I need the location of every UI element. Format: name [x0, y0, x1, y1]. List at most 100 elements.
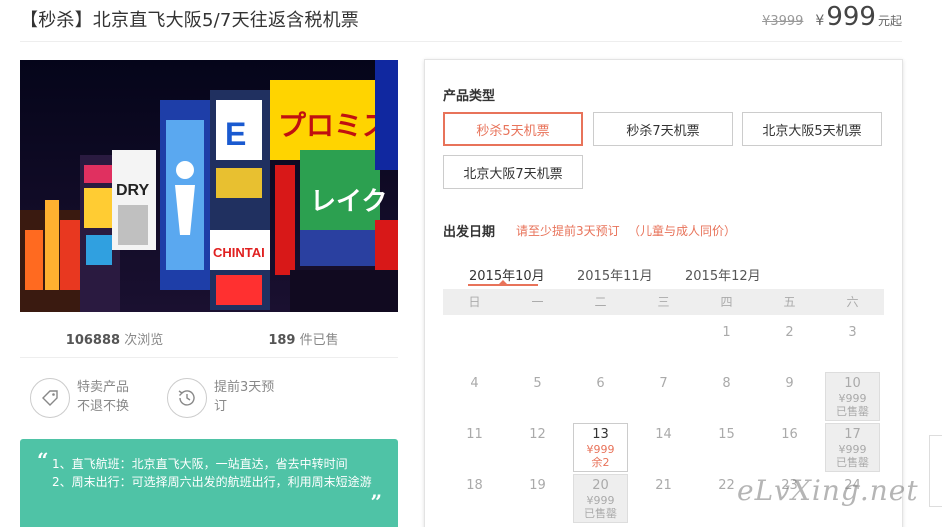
calendar-empty-cell	[506, 321, 569, 372]
day-number: 10	[844, 376, 861, 391]
day-price: ¥999	[838, 392, 867, 405]
day-number: 3	[848, 325, 857, 340]
day-number: 18	[466, 478, 483, 493]
product-type-label: 产品类型	[443, 89, 496, 104]
views-label: 次浏览	[124, 332, 164, 348]
child-price-hint: （儿童与成人同价）	[628, 224, 737, 238]
calendar-day-17: 17 ¥999 已售罄	[821, 423, 884, 474]
day-number: 19	[529, 478, 546, 493]
feature-advance-booking: 提前3天预订	[167, 378, 276, 418]
svg-text:CHINTAI: CHINTAI	[213, 245, 265, 260]
currency-symbol: ¥	[815, 13, 825, 29]
feature-text: 提前3天预订	[214, 380, 275, 414]
product-type-option-4[interactable]: 北京大阪7天机票	[443, 155, 583, 189]
stats-divider	[20, 357, 398, 358]
sold-label: 件已售	[299, 332, 339, 348]
day-number: 20	[592, 478, 609, 493]
header-divider	[20, 41, 902, 42]
calendar-day-14: 14	[632, 423, 695, 474]
calendar-day-11: 11	[443, 423, 506, 474]
day-number: 11	[466, 427, 483, 442]
weekday: 一	[531, 295, 544, 309]
product-photo[interactable]: DRY E CHINTAI プロミス レイク	[20, 60, 398, 312]
calendar-day-4: 4	[443, 372, 506, 423]
site-watermark: eLvXing.net	[737, 474, 919, 507]
day-number: 14	[655, 427, 672, 442]
month-tab-dec[interactable]: 2015年12月	[685, 265, 761, 284]
calendar-day-21: 21	[632, 474, 695, 525]
day-number: 16	[781, 427, 798, 442]
day-number: 12	[529, 427, 546, 442]
product-type-option-1[interactable]: 秒杀5天机票	[443, 112, 583, 146]
close-quote-icon: ”	[370, 490, 382, 514]
weekday: 二	[594, 295, 607, 309]
feature-text: 特卖产品 不退不换	[77, 380, 130, 414]
day-price: ¥999	[586, 443, 615, 456]
day-number: 4	[470, 376, 479, 391]
weekday: 三	[657, 295, 670, 309]
departure-date-label: 出发日期	[443, 225, 496, 240]
day-status: 已售罄	[836, 456, 869, 469]
calendar-day-5: 5	[506, 372, 569, 423]
original-price: ¥3999	[762, 14, 804, 29]
calendar-day-8: 8	[695, 372, 758, 423]
day-price: ¥999	[838, 443, 867, 456]
calendar-empty-cell	[443, 321, 506, 372]
active-month-caret-icon	[499, 280, 507, 284]
calendar-day-18: 18	[443, 474, 506, 525]
month-tab-nov[interactable]: 2015年11月	[577, 265, 653, 284]
day-number: 5	[533, 376, 542, 391]
tag-icon	[30, 378, 70, 418]
calendar-day-9: 9	[758, 372, 821, 423]
sold-stat: 189 件已售	[209, 329, 398, 348]
calendar-week-row: 1 2 3	[443, 321, 884, 372]
day-number: 21	[655, 478, 672, 493]
osaka-night-photo: DRY E CHINTAI プロミス レイク	[20, 60, 398, 312]
day-number: 9	[785, 376, 794, 391]
calendar-day-13[interactable]: 13 ¥999 余2	[569, 423, 632, 474]
calendar-day-2: 2	[758, 321, 821, 372]
calendar-day-12: 12	[506, 423, 569, 474]
views-stat: 106888 次浏览	[20, 329, 209, 348]
weekday-header: 日 一 二 三 四 五 六	[443, 289, 884, 315]
day-number: 15	[718, 427, 735, 442]
calendar-day-20: 20 ¥999 已售罄	[569, 474, 632, 525]
feature-special-sale: 特卖产品 不退不换	[30, 378, 139, 418]
product-type-option-3[interactable]: 北京大阪5天机票	[742, 112, 882, 146]
calendar-empty-cell	[569, 321, 632, 372]
svg-text:DRY: DRY	[116, 182, 150, 199]
feature-list: 特卖产品 不退不换 提前3天预订	[30, 378, 304, 418]
booking-panel: 产品类型 秒杀5天机票 秒杀7天机票 北京大阪5天机票 北京大阪7天机票 出发日…	[424, 59, 903, 527]
day-status: 余2	[591, 456, 610, 469]
calendar-day-10: 10 ¥999 已售罄	[821, 372, 884, 423]
calendar-day-19: 19	[506, 474, 569, 525]
note-line-1: 1、直飞航班：北京直飞大阪，一站直达，省去中转时间	[52, 457, 348, 471]
calendar-day-16: 16	[758, 423, 821, 474]
booking-hint: 请至少提前3天预订	[516, 224, 620, 238]
day-number: 17	[844, 427, 861, 442]
svg-text:レイク: レイク	[310, 187, 387, 217]
day-number: 2	[785, 325, 794, 340]
open-quote-icon: “	[37, 448, 49, 472]
day-status: 已售罄	[836, 405, 869, 418]
calendar-day-7: 7	[632, 372, 695, 423]
views-count: 106888	[65, 332, 121, 348]
day-number: 13	[592, 427, 609, 442]
calendar-week-row: 11 12 13 ¥999 余2 14 15 16 17 ¥999 已售罄	[443, 423, 884, 474]
calendar-day-6: 6	[569, 372, 632, 423]
price-block: ¥3999 ¥ 999 元起	[762, 2, 902, 32]
calendar-day-15: 15	[695, 423, 758, 474]
day-price: ¥999	[586, 494, 615, 507]
product-type-option-2[interactable]: 秒杀7天机票	[593, 112, 733, 146]
calendar-day-1: 1	[695, 321, 758, 372]
sales-stats: 106888 次浏览 189 件已售	[20, 320, 398, 356]
active-month-underline	[468, 284, 538, 286]
sold-count: 189	[268, 332, 296, 348]
side-float-tab[interactable]	[929, 435, 942, 507]
day-number: 8	[722, 376, 731, 391]
weekday: 日	[468, 295, 481, 309]
day-number: 6	[596, 376, 605, 391]
day-status: 已售罄	[584, 507, 617, 520]
weekday: 五	[783, 295, 796, 309]
weekday: 四	[720, 295, 733, 309]
